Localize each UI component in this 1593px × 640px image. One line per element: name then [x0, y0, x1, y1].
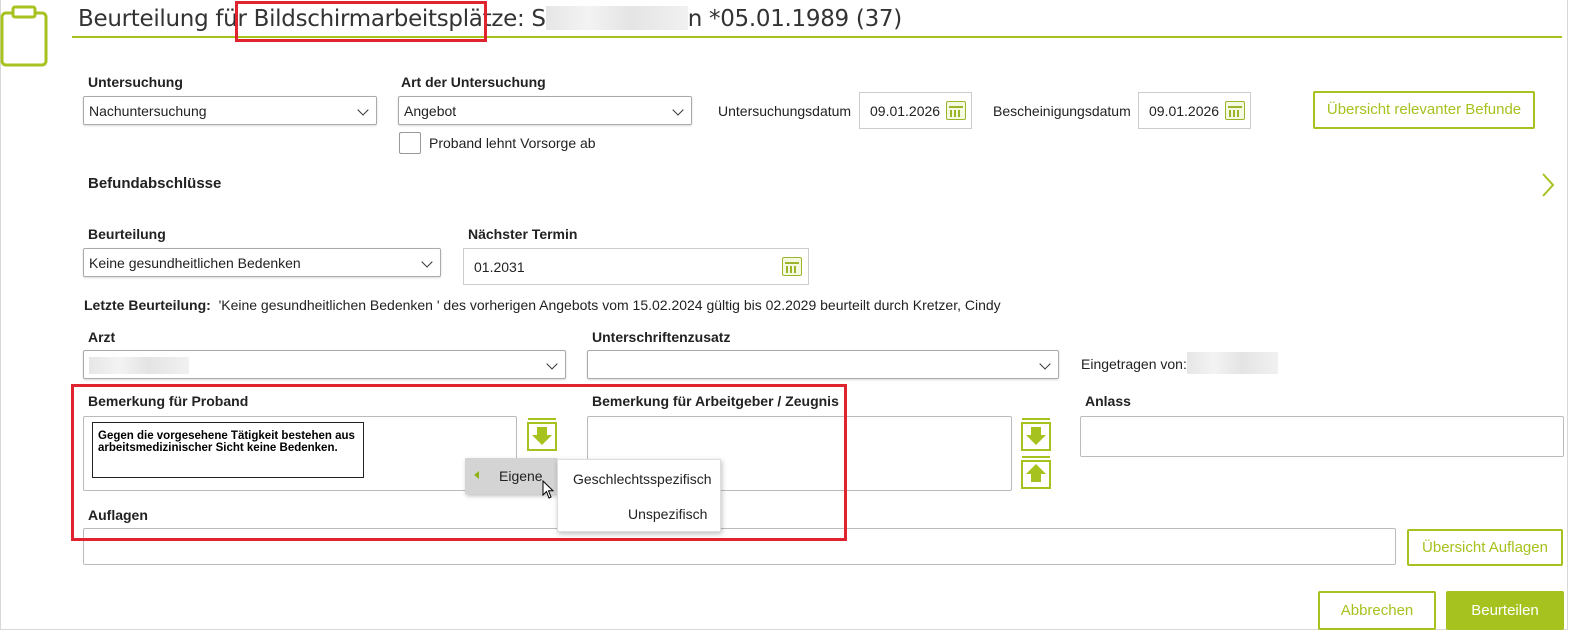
redacted-arzt-name [89, 357, 189, 374]
redacted-eingetragen-name [1187, 352, 1278, 374]
untersuchung-label: Untersuchung [88, 74, 183, 90]
anlass-textarea[interactable] [1080, 416, 1564, 457]
art-der-untersuchung-label: Art der Untersuchung [401, 74, 546, 90]
calendar-icon[interactable] [1225, 101, 1245, 120]
bescheinigungsdatum-label: Bescheinigungsdatum [993, 103, 1131, 119]
template-import-icon[interactable] [1020, 418, 1052, 452]
proband-lehnt-label: Proband lehnt Vorsorge ab [429, 135, 596, 151]
auflagen-overview-button[interactable]: Übersicht Auflagen [1407, 529, 1563, 566]
submenu-arrow-icon [474, 471, 479, 479]
chevron-down-icon [672, 104, 684, 116]
untersuchung-value: Nachuntersuchung [89, 103, 207, 119]
unterschriftenzusatz-label: Unterschriftenzusatz [592, 329, 731, 345]
clipboard-icon [0, 5, 48, 67]
calendar-icon[interactable] [946, 101, 966, 120]
befundabschluesse-heading: Befundabschlüsse [88, 175, 222, 192]
art-der-untersuchung-select[interactable]: Angebot [398, 96, 692, 125]
naechster-termin-label: Nächster Termin [468, 226, 578, 242]
title-highlight-box [235, 1, 487, 42]
untersuchungsdatum-field[interactable]: 09.01.2026 [859, 92, 972, 129]
untersuchungsdatum-value: 09.01.2026 [870, 103, 941, 119]
page-title: Beurteilung für Bildschirmarbeitsplätze:… [78, 6, 902, 32]
arzt-select[interactable] [83, 350, 566, 379]
beurteilung-value: Keine gesundheitlichen Bedenken [89, 255, 301, 271]
letzte-beurteilung-label: Letzte Beurteilung: [84, 297, 211, 313]
chevron-down-icon [1039, 358, 1051, 370]
chevron-down-icon [357, 104, 369, 116]
template-export-icon[interactable] [1020, 456, 1052, 490]
beurteilung-label: Beurteilung [88, 226, 166, 242]
naechster-termin-field[interactable]: 01.2031 [463, 248, 809, 285]
anlass-label: Anlass [1085, 393, 1131, 409]
context-menu-item-unspezifisch[interactable]: Unspezifisch [628, 506, 707, 522]
letzte-beurteilung-line: Letzte Beurteilung: 'Keine gesundheitlic… [84, 297, 1001, 313]
letzte-beurteilung-text: 'Keine gesundheitlichen Bedenken ' des v… [218, 297, 1001, 313]
submit-button[interactable]: Beurteilen [1446, 591, 1564, 630]
proband-lehnt-checkbox[interactable] [399, 132, 421, 154]
mouse-cursor-icon [542, 480, 555, 499]
context-menu-eigene-label: Eigene [499, 468, 543, 484]
remarks-highlight-box [71, 384, 847, 541]
bescheinigungsdatum-field[interactable]: 09.01.2026 [1138, 92, 1251, 129]
redacted-patient-name [545, 6, 688, 30]
untersuchung-select[interactable]: Nachuntersuchung [83, 96, 377, 125]
context-menu-item-geschlechtsspezifisch[interactable]: Geschlechtsspezifisch [573, 471, 712, 487]
art-der-untersuchung-value: Angebot [404, 103, 457, 119]
bescheinigungsdatum-value: 09.01.2026 [1149, 103, 1220, 119]
chevron-down-icon [421, 256, 433, 268]
arzt-label: Arzt [88, 329, 116, 345]
eingetragen-von-label: Eingetragen von: [1081, 356, 1187, 372]
context-submenu: Geschlechtsspezifisch Unspezifisch [557, 459, 721, 532]
chevron-down-icon [546, 358, 558, 370]
cancel-button[interactable]: Abbrechen [1318, 591, 1436, 630]
calendar-icon[interactable] [782, 257, 802, 276]
naechster-termin-value: 01.2031 [474, 259, 525, 275]
chevron-right-icon[interactable] [1540, 172, 1556, 198]
unterschriftenzusatz-select[interactable] [587, 350, 1059, 379]
beurteilung-select[interactable]: Keine gesundheitlichen Bedenken [83, 248, 441, 277]
untersuchungsdatum-label: Untersuchungsdatum [718, 103, 852, 119]
page-title-suffix: n *05.01.1989 (37) [687, 6, 903, 32]
befunde-overview-button[interactable]: Übersicht relevanter Befunde [1313, 91, 1535, 129]
